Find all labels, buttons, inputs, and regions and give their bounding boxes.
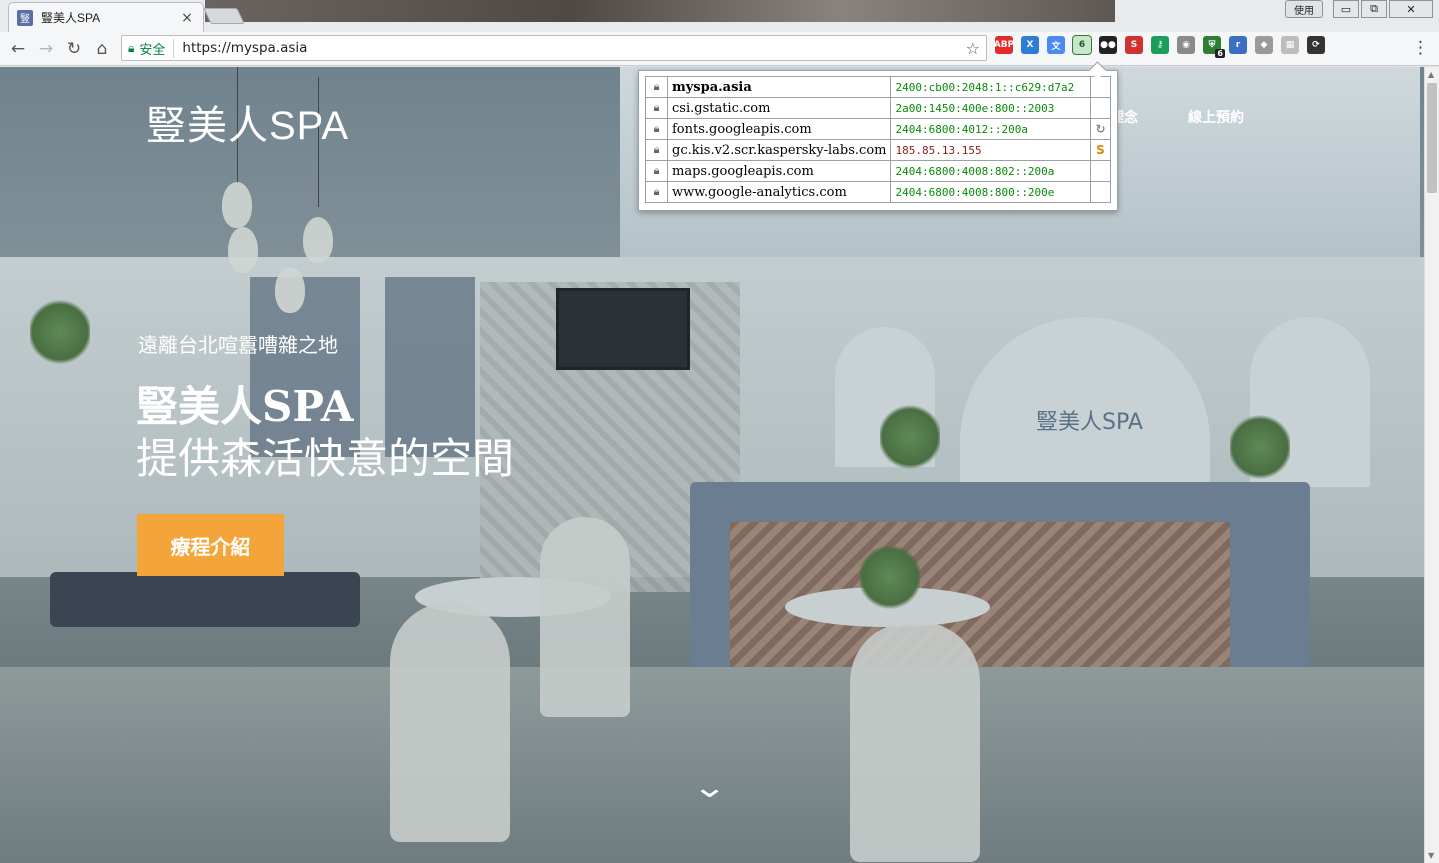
user-profile-button[interactable]: 使用 [1285, 0, 1323, 18]
forward-icon[interactable]: → [32, 35, 60, 63]
ip-flag-icon [1090, 160, 1111, 182]
sofa-decor [50, 572, 360, 627]
hero-subtitle: 遠離台北喧囂嘈雜之地 [138, 333, 338, 357]
chair-decor [390, 602, 510, 842]
tab-strip: 豎 豎美人SPA × 使用 ▭ ⧉ ✕ [0, 0, 1439, 32]
chevron-down-icon[interactable]: ⌄ [692, 770, 727, 805]
ip-address[interactable]: 185.85.13.155 [890, 139, 1091, 161]
floor-decor [0, 667, 1424, 863]
window-close-button[interactable]: ✕ [1389, 0, 1433, 18]
plant-decor [1230, 412, 1290, 482]
scroll-thumb[interactable] [1427, 83, 1437, 193]
reload-icon[interactable]: ↻ [60, 35, 88, 63]
hero-title: 豎美人SPA 提供森活快意的空間 [136, 381, 514, 485]
tab-myspa[interactable]: 豎 豎美人SPA × [8, 2, 204, 32]
ip-host[interactable]: www.google-analytics.com [666, 181, 892, 203]
pendant-lamp-decor [303, 217, 333, 263]
ip-flag-icon [1090, 76, 1111, 98]
ip-table: 🔒︎ myspa.asia 2400:cb00:2048:1::c629:d7a2 🔒… [645, 76, 1111, 203]
lock-icon: 🔒︎ [645, 139, 668, 161]
extension-icons: ABP X 文 6 ●● S ⚷ ◉ ⛨ 6 r ◆ ▦ ⟳ [994, 35, 1325, 58]
lock-icon: 🔒︎ [645, 97, 668, 119]
ip-address-popup: 🔒︎ myspa.asia 2400:cb00:2048:1::c629:d7a2 🔒… [638, 70, 1118, 211]
ip-flag-icon [1090, 181, 1111, 203]
ip-table-row: 🔒︎ myspa.asia 2400:cb00:2048:1::c629:d7a2 [645, 76, 1111, 98]
page-scrollbar[interactable]: ▲ ▼ [1424, 67, 1439, 863]
close-icon[interactable]: × [179, 10, 195, 26]
chair-decor [850, 622, 980, 862]
scroll-up-icon[interactable]: ▲ [1428, 70, 1434, 79]
badge-count: 6 [1215, 49, 1225, 58]
secure-label[interactable]: 安全 [139, 38, 175, 58]
plant-decor [860, 542, 920, 612]
ip-address[interactable]: 2404:6800:4012::200a [890, 118, 1091, 140]
ip-table-row: 🔒︎ maps.googleapis.com 2404:6800:4008:802:… [645, 160, 1111, 182]
sync-extension-icon[interactable]: ⟳ [1307, 36, 1325, 54]
ip-flag-icon: S [1090, 139, 1111, 161]
pendant-lamp-decor [228, 227, 258, 273]
ip-table-row: 🔒︎ fonts.googleapis.com 2404:6800:4012::20… [645, 118, 1111, 140]
window-controls: 使用 ▭ ⧉ ✕ [1285, 0, 1433, 18]
translate-x-icon[interactable]: X [1021, 36, 1039, 54]
chair-decor [540, 517, 630, 717]
lock-icon: 🔒︎ [645, 160, 668, 182]
new-tab-button[interactable] [203, 8, 245, 24]
ip-host[interactable]: fonts.googleapis.com [666, 118, 892, 140]
plant-decor [880, 402, 940, 472]
ip-address[interactable]: 2a00:1450:400e:800::2003 [890, 97, 1091, 119]
url-text[interactable]: https://myspa.asia [182, 40, 965, 56]
lock-icon: 🔒︎ [645, 76, 668, 98]
ip-table-row: 🔒︎ gc.kis.v2.scr.kaspersky-labs.com 185.85… [645, 139, 1111, 161]
ip-address[interactable]: 2404:6800:4008:800::200e [890, 181, 1091, 203]
tampermonkey-icon[interactable]: ●● [1099, 36, 1117, 54]
ip-address[interactable]: 2404:6800:4008:802::200a [890, 160, 1091, 182]
bookmark-star-icon[interactable]: ☆ [966, 39, 980, 58]
wall-logo: 豎美人SPA [1036, 410, 1143, 435]
site-logo[interactable]: 豎美人SPA [146, 93, 349, 151]
pendant-lamp-decor [275, 267, 305, 313]
grid-extension-icon[interactable]: ▦ [1281, 36, 1299, 54]
address-bar[interactable]: 🔒︎ 安全 https://myspa.asia ☆ [121, 35, 987, 61]
tab-strip-background [205, 0, 1115, 22]
lock-icon: 🔒︎ [645, 181, 668, 203]
ipv6-indicator-icon[interactable]: 6 [1072, 35, 1092, 55]
tab-title: 豎美人SPA [41, 11, 101, 25]
ip-table-row: 🔒︎ csi.gstatic.com 2a00:1450:400e:800::200… [645, 97, 1111, 119]
ip-address[interactable]: 2400:cb00:2048:1::c629:d7a2 [890, 76, 1091, 98]
scroll-down-icon[interactable]: ▼ [1428, 851, 1434, 860]
pendant-lamp-decor [222, 182, 252, 228]
s-extension-icon[interactable]: S [1125, 36, 1143, 54]
ip-flag-icon [1090, 97, 1111, 119]
ip-host[interactable]: myspa.asia [666, 76, 892, 98]
restore-button[interactable]: ⧉ [1361, 0, 1387, 18]
ip-host[interactable]: csi.gstatic.com [666, 97, 892, 119]
browser-toolbar: ← → ↻ ⌂ 🔒︎ 安全 https://myspa.asia ☆ ABP X 文… [0, 32, 1439, 66]
plant-decor [30, 297, 90, 367]
google-translate-icon[interactable]: 文 [1047, 36, 1065, 54]
key-icon[interactable]: ⚷ [1151, 36, 1169, 54]
treatment-intro-button[interactable]: 療程介紹 [137, 514, 284, 576]
ip-table-row: 🔒︎ www.google-analytics.com 2404:6800:4008… [645, 181, 1111, 203]
ip-flag-icon: ↻ [1090, 118, 1111, 140]
back-icon[interactable]: ← [4, 35, 32, 63]
hero-title-line2: 提供森活快意的空間 [136, 434, 515, 483]
minimize-button[interactable]: ▭ [1333, 0, 1359, 18]
site-favicon-icon: 豎 [17, 9, 33, 26]
hero-title-line1: 豎美人SPA [136, 382, 354, 431]
ip-host[interactable]: maps.googleapis.com [666, 160, 892, 182]
shield-extension-icon[interactable]: ⛨ 6 [1203, 36, 1225, 58]
menu-icon[interactable]: ⋮ [1412, 38, 1429, 58]
r-extension-icon[interactable]: r [1229, 36, 1247, 54]
cube-extension-icon[interactable]: ◆ [1255, 36, 1273, 54]
globe-icon[interactable]: ◉ [1177, 36, 1195, 54]
lock-icon: 🔒︎ [645, 118, 668, 140]
nav-link-booking[interactable]: 線上預約 [1188, 107, 1244, 127]
tv-decor [556, 288, 690, 370]
home-icon[interactable]: ⌂ [88, 35, 116, 63]
site-nav: 理念 線上預約 [1110, 107, 1244, 127]
lock-icon[interactable]: 🔒︎ [128, 41, 134, 56]
ip-host[interactable]: gc.kis.v2.scr.kaspersky-labs.com [666, 139, 892, 161]
adblock-icon[interactable]: ABP [994, 36, 1014, 54]
